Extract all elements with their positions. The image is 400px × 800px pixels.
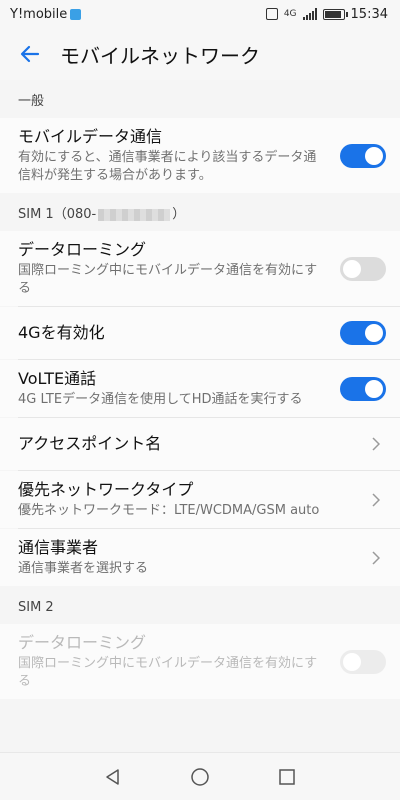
carrier-indicator: Y!mobile bbox=[10, 6, 82, 22]
section-header-general: 一般 bbox=[0, 80, 400, 118]
setting-description: 4G LTEデータ通信を使用してHD通話を実行する bbox=[18, 392, 303, 407]
back-button[interactable] bbox=[0, 28, 60, 80]
setting-label: 4Gを有効化 bbox=[18, 323, 105, 342]
setting-label: 通信事業者 bbox=[18, 538, 99, 557]
recents-square-icon bbox=[278, 768, 295, 785]
nav-back-button[interactable] bbox=[93, 757, 133, 797]
app-bar: モバイルネットワーク bbox=[0, 28, 400, 80]
setting-volte[interactable]: VoLTE通話 4G LTEデータ通信を使用してHD通話を実行する bbox=[0, 360, 400, 417]
section-header-sim1: SIM 1（080- ） bbox=[0, 193, 400, 231]
setting-description: 優先ネットワークモード：LTE/WCDMA/GSM auto bbox=[18, 503, 320, 518]
clock: 15:34 bbox=[350, 6, 388, 22]
setting-sim1-data-roaming[interactable]: データローミング 国際ローミング中にモバイルデータ通信を有効にする bbox=[0, 231, 400, 306]
mobile-data-toggle[interactable] bbox=[340, 143, 386, 168]
setting-description: 国際ローミング中にモバイルデータ通信を有効にする bbox=[18, 263, 318, 296]
chevron-right-icon bbox=[368, 437, 384, 451]
sim1-header-text: SIM 1（080- bbox=[18, 207, 97, 222]
back-triangle-icon bbox=[106, 768, 120, 785]
home-circle-icon bbox=[191, 767, 209, 786]
status-icons: 4G 15:34 bbox=[265, 6, 388, 22]
sim2-roaming-toggle bbox=[340, 649, 386, 674]
signal-icon bbox=[302, 8, 317, 20]
setting-label: VoLTE通話 bbox=[18, 369, 97, 388]
status-bar: Y!mobile 4G 15:34 bbox=[0, 0, 400, 28]
settings-list: 一般 モバイルデータ通信 有効にすると、通信事業者により該当するデータ通信料が発… bbox=[0, 80, 400, 699]
nav-home-button[interactable] bbox=[180, 757, 220, 797]
nav-recents-button[interactable] bbox=[267, 757, 307, 797]
chevron-right-icon bbox=[368, 550, 384, 565]
network-type-label: 4G bbox=[283, 8, 297, 19]
setting-label: データローミング bbox=[18, 633, 147, 652]
sim1-header-suffix: ） bbox=[172, 207, 186, 222]
carrier-badge-icon bbox=[70, 8, 82, 20]
section-header-sim2: SIM 2 bbox=[0, 586, 400, 624]
redacted-phone-number bbox=[98, 209, 171, 221]
chevron-right-icon bbox=[368, 492, 384, 507]
setting-sim2-data-roaming: データローミング 国際ローミング中にモバイルデータ通信を有効にする bbox=[0, 624, 400, 699]
setting-label: モバイルデータ通信 bbox=[18, 127, 163, 146]
carrier-name: Y!mobile bbox=[10, 6, 68, 22]
setting-carrier[interactable]: 通信事業者 通信事業者を選択する bbox=[0, 529, 400, 586]
page-title: モバイルネットワーク bbox=[60, 43, 260, 68]
setting-description: 国際ローミング中にモバイルデータ通信を有効にする bbox=[18, 656, 318, 689]
enable-4g-toggle[interactable] bbox=[340, 321, 386, 345]
setting-enable-4g[interactable]: 4Gを有効化 bbox=[0, 307, 400, 359]
setting-description: 有効にすると、通信事業者により該当するデータ通信料が発生する場合があります。 bbox=[18, 150, 317, 183]
setting-label: 優先ネットワークタイプ bbox=[18, 480, 194, 499]
setting-access-point-names[interactable]: アクセスポイント名 bbox=[0, 418, 400, 470]
vibrate-icon bbox=[265, 8, 278, 20]
volte-toggle[interactable] bbox=[340, 376, 386, 401]
setting-label: アクセスポイント名 bbox=[18, 434, 162, 453]
sim1-roaming-toggle[interactable] bbox=[340, 256, 386, 281]
setting-label: データローミング bbox=[18, 240, 147, 259]
setting-description: 通信事業者を選択する bbox=[18, 561, 149, 576]
battery-icon bbox=[322, 8, 348, 20]
system-nav-bar bbox=[0, 752, 400, 800]
setting-mobile-data[interactable]: モバイルデータ通信 有効にすると、通信事業者により該当するデータ通信料が発生する… bbox=[0, 118, 400, 193]
arrow-left-icon bbox=[20, 45, 40, 63]
setting-preferred-network-type[interactable]: 優先ネットワークタイプ 優先ネットワークモード：LTE/WCDMA/GSM au… bbox=[0, 471, 400, 528]
